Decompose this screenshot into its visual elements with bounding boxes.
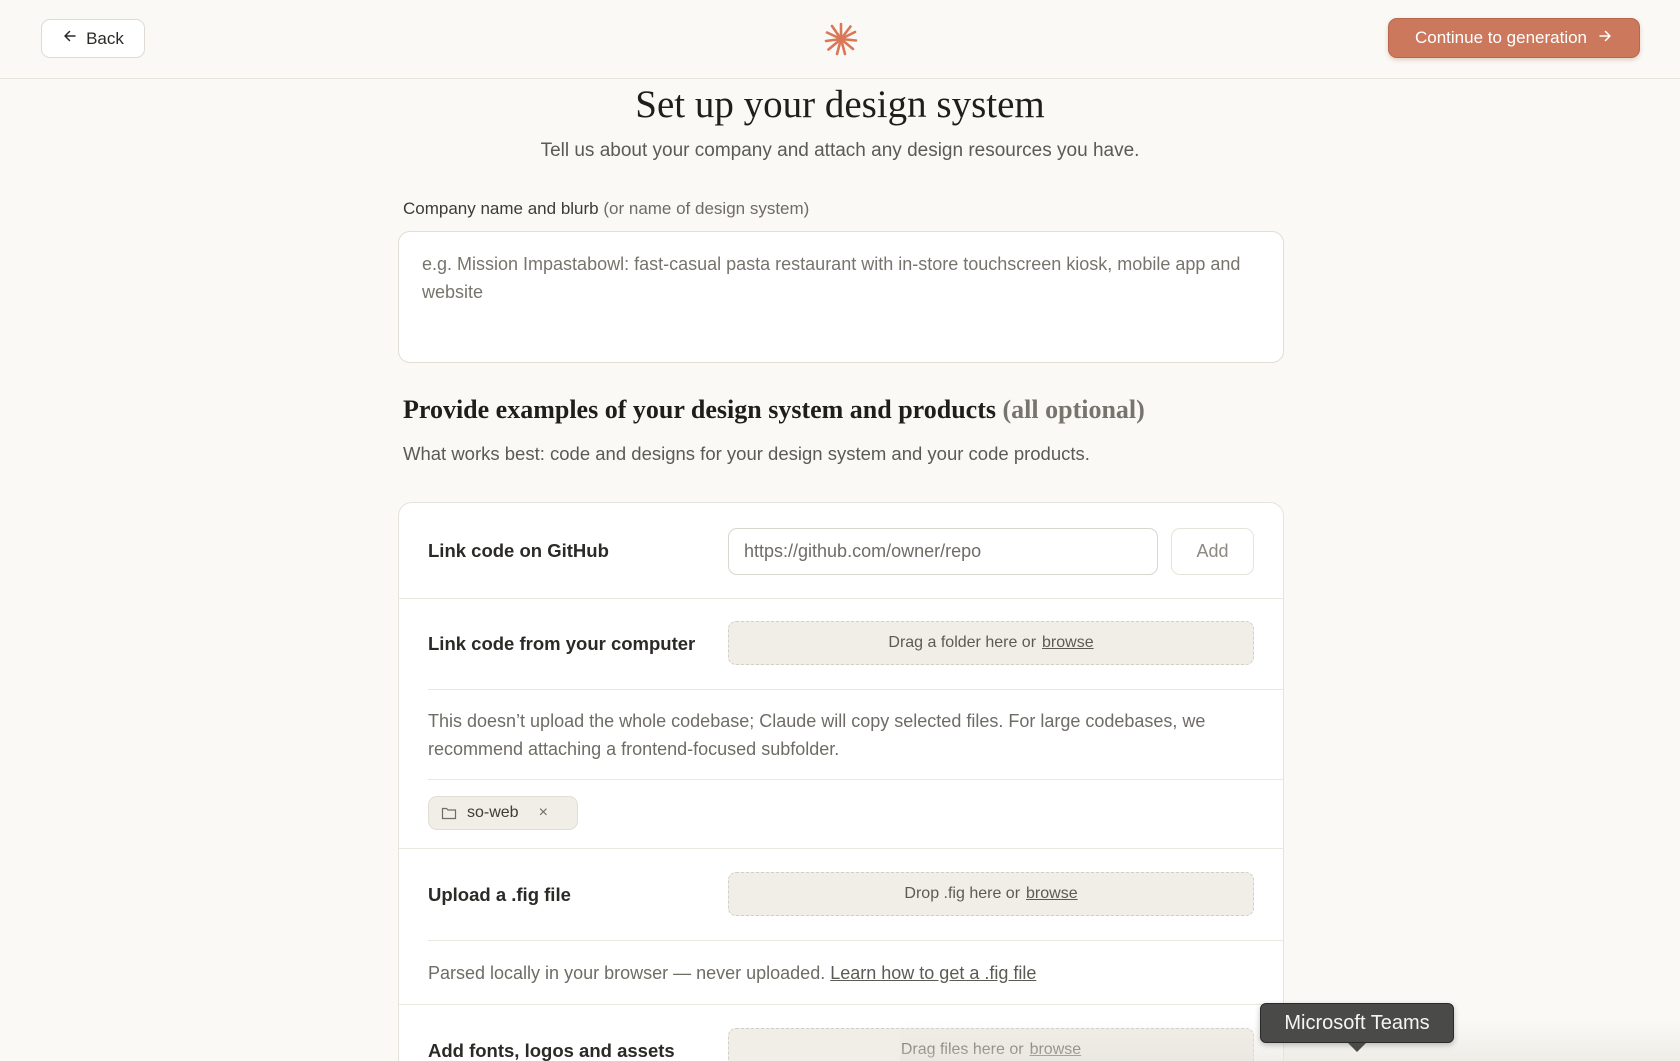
company-field-label-text: Company name and blurb — [403, 199, 599, 218]
attached-folder-name: so-web — [467, 804, 519, 821]
github-url-input[interactable] — [728, 528, 1158, 575]
resources-card: Link code on GitHub Add Link code from y… — [398, 502, 1284, 1061]
divider — [428, 779, 1283, 780]
examples-section-description: What works best: code and designs for yo… — [403, 443, 1090, 464]
back-button-label: Back — [86, 28, 124, 48]
company-field-label-hint: (or name of design system) — [603, 199, 810, 218]
page-subtitle: Tell us about your company and attach an… — [540, 140, 1140, 161]
add-github-button[interactable]: Add — [1171, 528, 1254, 575]
remove-folder-close-icon[interactable]: × — [539, 804, 548, 822]
examples-section-title-text: Provide examples of your design system a… — [403, 395, 996, 424]
fig-dropzone[interactable]: Drop .fig here or browse — [728, 872, 1254, 916]
company-field-label: Company name and blurb (or name of desig… — [403, 199, 809, 219]
continue-to-generation-button[interactable]: Continue to generation — [1388, 18, 1640, 58]
examples-section-title-hint: (all optional) — [1002, 395, 1145, 424]
assets-browse-link[interactable]: browse — [1030, 1041, 1082, 1059]
arrow-left-icon — [62, 28, 78, 49]
divider — [399, 848, 1283, 849]
assets-dropzone[interactable]: Drag files here or browse — [728, 1028, 1254, 1061]
folder-dropzone[interactable]: Drag a folder here or browse — [728, 621, 1254, 665]
divider — [399, 598, 1283, 599]
assets-row-label: Add fonts, logos and assets — [428, 1040, 675, 1061]
tooltip-tail — [1348, 1043, 1366, 1052]
fig-row-label: Upload a .fig file — [428, 884, 571, 905]
page-title: Set up your design system — [635, 83, 1045, 126]
arrow-right-icon — [1597, 28, 1613, 49]
folder-icon — [441, 806, 457, 820]
learn-fig-link[interactable]: Learn how to get a .fig file — [830, 963, 1036, 983]
fig-note-text: Parsed locally in your browser — never u… — [428, 963, 826, 983]
attached-folder-chip: so-web × — [428, 796, 578, 830]
assets-dropzone-text: Drag files here or — [900, 1041, 1024, 1058]
continue-button-label: Continue to generation — [1414, 28, 1588, 47]
claude-logo-icon — [824, 22, 858, 56]
back-button[interactable]: Back — [41, 19, 145, 58]
folder-browse-link[interactable]: browse — [1042, 634, 1094, 652]
fig-browse-link[interactable]: browse — [1026, 885, 1078, 903]
fig-note: Parsed locally in your browser — never u… — [428, 959, 1258, 987]
computer-row-label: Link code from your computer — [428, 633, 696, 654]
github-row-label: Link code on GitHub — [428, 540, 609, 561]
fig-dropzone-text: Drop .fig here or — [904, 885, 1021, 902]
company-blurb-input[interactable] — [398, 231, 1284, 363]
examples-section-title: Provide examples of your design system a… — [403, 395, 1145, 425]
top-bar: Back Continue to generation — [0, 0, 1680, 79]
computer-upload-note: This doesn’t upload the whole codebase; … — [428, 711, 1206, 759]
divider — [428, 940, 1283, 941]
divider — [399, 1004, 1283, 1005]
dock-tooltip: Microsoft Teams — [1260, 1003, 1454, 1043]
divider — [428, 689, 1283, 690]
folder-dropzone-text: Drag a folder here or — [888, 634, 1037, 651]
